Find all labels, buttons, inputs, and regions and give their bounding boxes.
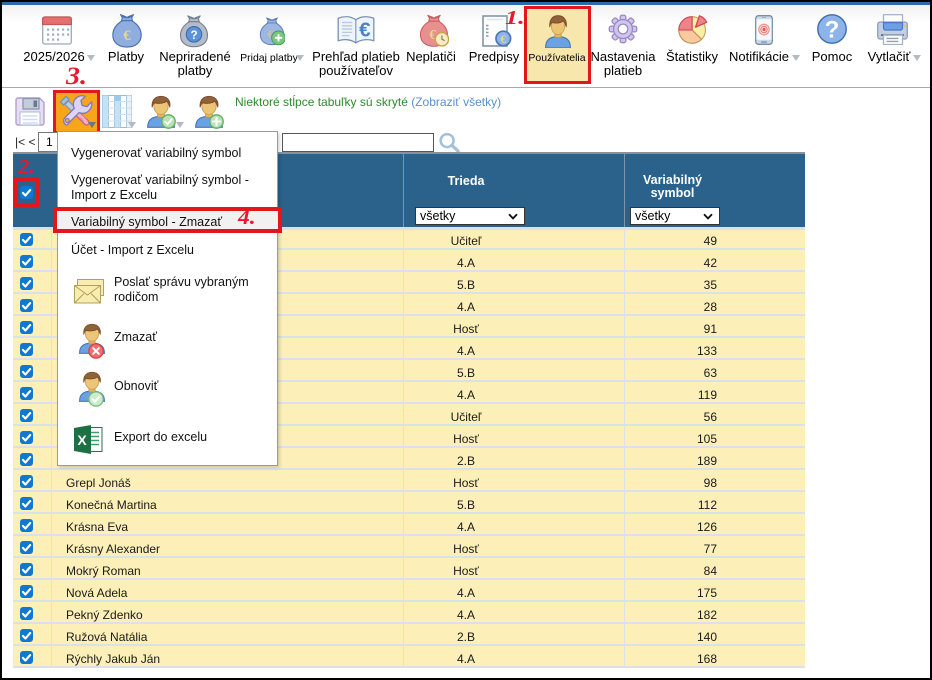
svg-text:€: € (500, 34, 506, 46)
svg-text:€: € (123, 28, 131, 44)
svg-text:?: ? (190, 29, 197, 42)
svg-text:€: € (359, 19, 371, 42)
svg-text:?: ? (825, 17, 840, 44)
